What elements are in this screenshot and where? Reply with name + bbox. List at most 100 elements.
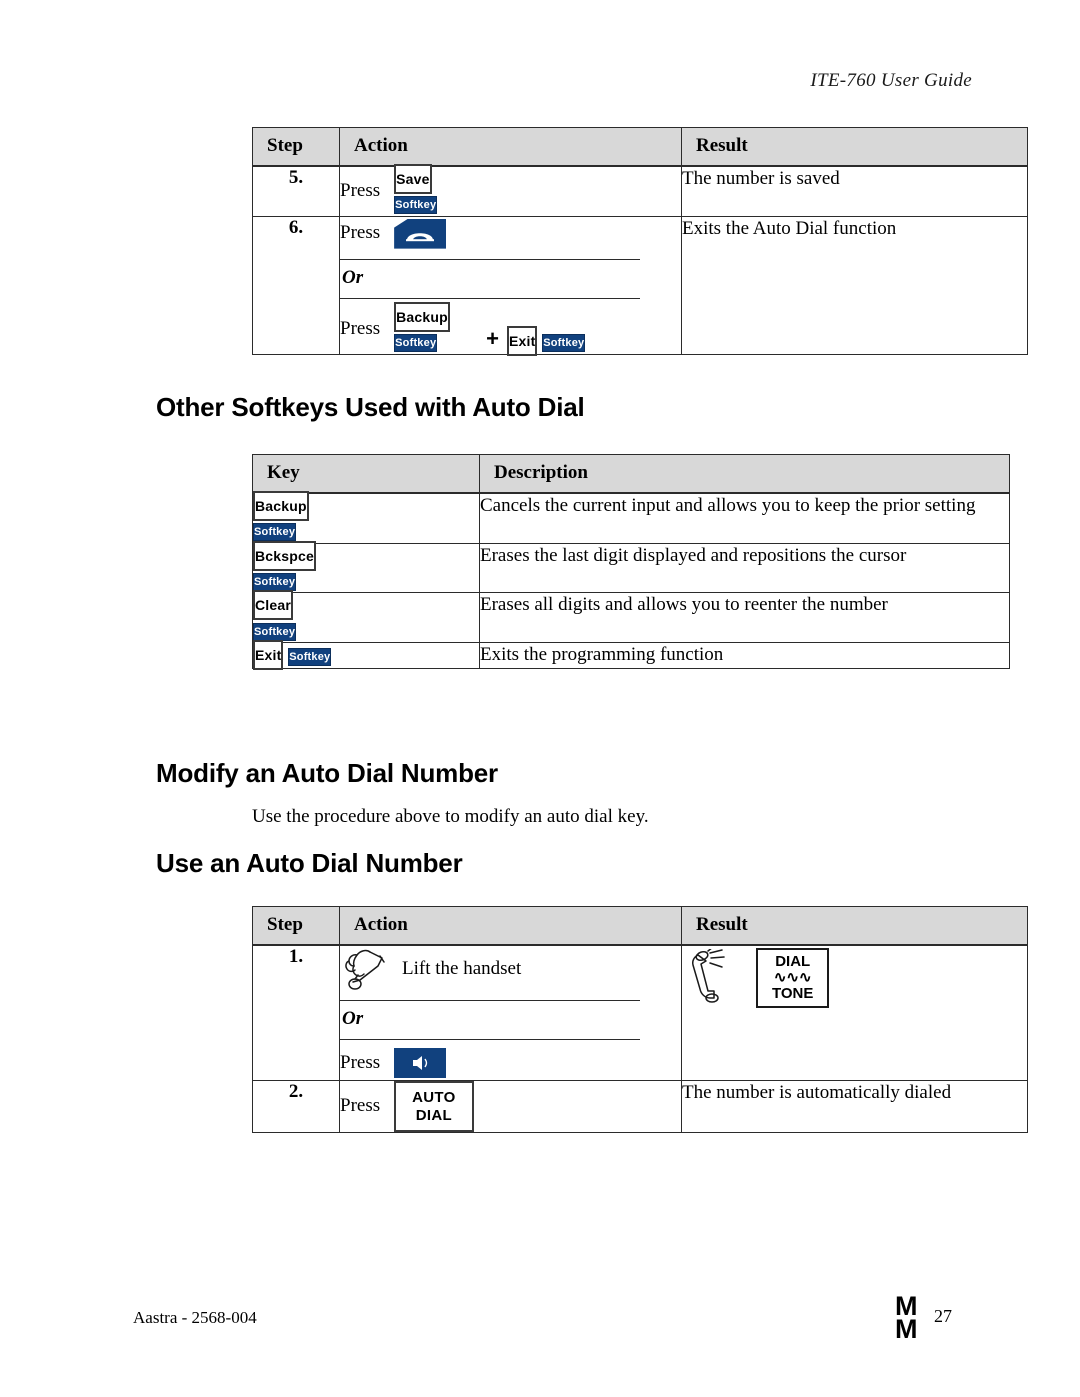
softkey-combination: Backup Softkey + Exit Softkey	[394, 301, 591, 357]
running-head: ITE-760 User Guide	[810, 70, 972, 91]
softkey-tag-label: Softkey	[253, 622, 297, 641]
softkey-cap-label: Backup	[394, 301, 450, 332]
step-number: 2.	[252, 1080, 340, 1133]
column-header-key: Key	[252, 454, 480, 494]
column-header-result: Result	[681, 127, 1028, 167]
page-title-use: Use an Auto Dial Number	[156, 848, 463, 878]
softkey-cap-label: Exit	[506, 326, 538, 357]
or-label: Or	[342, 1008, 364, 1029]
step-number: 6.	[252, 215, 340, 355]
lift-handset-line: Lift the handset	[340, 946, 681, 992]
other-softkeys-table: Key Description Backup Softkey Cancels t…	[252, 454, 1010, 670]
footer-document-code: Aastra - 2568-004	[133, 1308, 257, 1327]
or-label: Or	[342, 266, 364, 288]
description-cell: Erases all digits and allows you to reen…	[479, 592, 1010, 643]
action-cell: Press Save Softkey	[339, 164, 682, 217]
aastra-logo: M M	[895, 1293, 918, 1344]
table-row: 5. Press Save Softkey The number is save…	[252, 164, 1028, 217]
table-header-row: Step Action Result	[252, 906, 1028, 946]
use-autodial-table: Step Action Result 1. Lift the handset O…	[252, 906, 1028, 1133]
handset-icon[interactable]	[394, 218, 447, 249]
table-row: 2. Press AUTO DIAL The number is automat…	[252, 1080, 1028, 1133]
softkey-cap-label: Backup	[253, 491, 309, 521]
divider	[340, 1039, 640, 1041]
table-header-row: Key Description	[252, 454, 1010, 494]
action-cell: Lift the handset Or Press	[339, 944, 682, 1082]
column-header-result: Result	[681, 906, 1028, 946]
ringing-handset-icon	[682, 949, 734, 1007]
softkey-tag-label: Softkey	[288, 647, 332, 666]
lift-handset-icon	[340, 946, 388, 992]
result-cell: DIAL ∿∿∿ TONE	[681, 944, 1028, 1082]
press-label: Press	[340, 1095, 381, 1117]
softkey-tag-label: Softkey	[394, 196, 438, 215]
softkey-backup[interactable]: Backup Softkey	[394, 301, 478, 354]
press-softkey-pair-line: Press Backup Softkey + Exit Softkey	[340, 301, 681, 357]
plus-operator: +	[486, 325, 499, 351]
press-label: Press	[340, 318, 381, 340]
softkey-cap-label: Clear	[253, 590, 294, 621]
column-header-step: Step	[252, 906, 340, 946]
paragraph-modify: Use the procedure above to modify an aut…	[252, 806, 649, 827]
result-cell: Exits the Auto Dial function	[681, 215, 1028, 355]
dial-tone-wave: ∿∿∿	[773, 969, 812, 986]
auto-dial-key-line1: AUTO	[412, 1089, 456, 1107]
column-header-step: Step	[252, 127, 340, 167]
page-title-modify: Modify an Auto Dial Number	[156, 758, 498, 788]
table-header-row: Step Action Result	[252, 127, 1028, 167]
step-number: 1.	[252, 944, 340, 1082]
auto-dial-key-line2: DIAL	[415, 1106, 452, 1124]
auto-dial-key[interactable]: AUTO DIAL	[394, 1081, 474, 1132]
softkey-exit[interactable]: Exit Softkey	[253, 639, 337, 670]
table-row: Backup Softkey Cancels the current input…	[252, 491, 1010, 544]
press-label: Press	[340, 1052, 381, 1074]
description-cell: Exits the programming function	[479, 641, 1010, 669]
page-number: 27	[934, 1306, 952, 1326]
table-row: Bckspce Softkey Erases the last digit di…	[252, 540, 1010, 594]
softkey-tag-label: Softkey	[394, 334, 438, 353]
speaker-icon[interactable]	[394, 1048, 447, 1079]
page-title-other-softkeys: Other Softkeys Used with Auto Dial	[156, 392, 585, 422]
softkey-exit[interactable]: Exit Softkey	[506, 326, 591, 357]
key-cell: Exit Softkey	[252, 639, 480, 670]
column-header-action: Action	[339, 127, 682, 167]
logo-line-2: M	[895, 1313, 918, 1344]
softkey-cap-label: Exit	[253, 639, 284, 670]
press-handset-line: Press	[340, 217, 681, 251]
key-cell: Bckspce Softkey	[252, 540, 480, 594]
step-number: 5.	[252, 165, 340, 217]
dial-tone-bottom-label: TONE	[772, 985, 814, 1002]
table-row: Clear Softkey Erases all digits and allo…	[252, 590, 1010, 643]
action-cell: Press Or Press Backup Softkey + Exit Sof…	[339, 215, 682, 357]
table-row: 1. Lift the handset Or Press DIAL ∿∿∿ TO…	[252, 944, 1028, 1082]
column-header-description: Description	[479, 454, 1010, 494]
divider	[340, 258, 640, 260]
table-row: 6. Press Or Press Backup Softkey + Exit …	[252, 215, 1028, 357]
result-cell: The number is saved	[681, 165, 1028, 217]
press-label: Press	[340, 222, 381, 244]
column-header-action: Action	[339, 906, 682, 946]
softkey-cap-label: Bckspce	[253, 540, 316, 571]
key-cell: Backup Softkey	[252, 491, 480, 544]
softkey-cap-label: Save	[394, 164, 432, 194]
softkey-save[interactable]: Save Softkey	[394, 164, 470, 216]
action-text: Lift the handset	[402, 957, 522, 979]
press-label: Press	[340, 180, 381, 202]
dial-tone-top-label: DIAL	[775, 953, 811, 970]
press-save-line: Press Save Softkey	[340, 164, 681, 216]
press-speaker-line: Press	[340, 1046, 681, 1080]
autodial-steps-table: Step Action Result 5. Press Save Softkey…	[252, 127, 1028, 357]
key-cell: Clear Softkey	[252, 590, 480, 643]
press-autodial-line: Press AUTO DIAL	[340, 1081, 681, 1132]
divider	[340, 1000, 640, 1001]
description-cell: Erases the last digit displayed and repo…	[479, 542, 1010, 594]
description-cell: Cancels the current input and allows you…	[479, 492, 1010, 544]
softkey-tag-label: Softkey	[253, 572, 297, 591]
softkey-bckspce[interactable]: Bckspce Softkey	[253, 540, 337, 593]
softkey-clear[interactable]: Clear Softkey	[253, 590, 329, 642]
result-cell: The number is automatically dialed	[681, 1080, 1028, 1133]
action-cell: Press AUTO DIAL	[339, 1080, 682, 1133]
softkey-tag-label: Softkey	[253, 523, 297, 542]
table-row: Exit Softkey Exits the programming funct…	[252, 639, 1010, 670]
softkey-backup[interactable]: Backup Softkey	[253, 491, 337, 543]
